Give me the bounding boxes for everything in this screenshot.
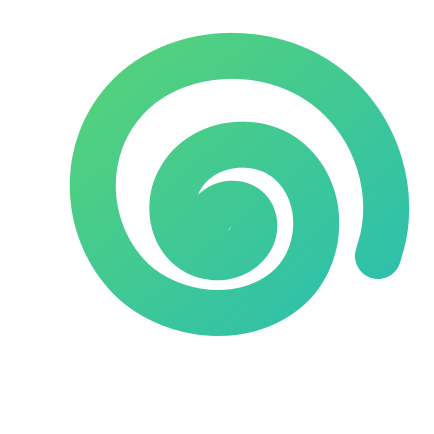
canvas xyxy=(0,0,434,434)
spiral-icon xyxy=(69,32,410,336)
spiral-stroke xyxy=(69,32,410,336)
